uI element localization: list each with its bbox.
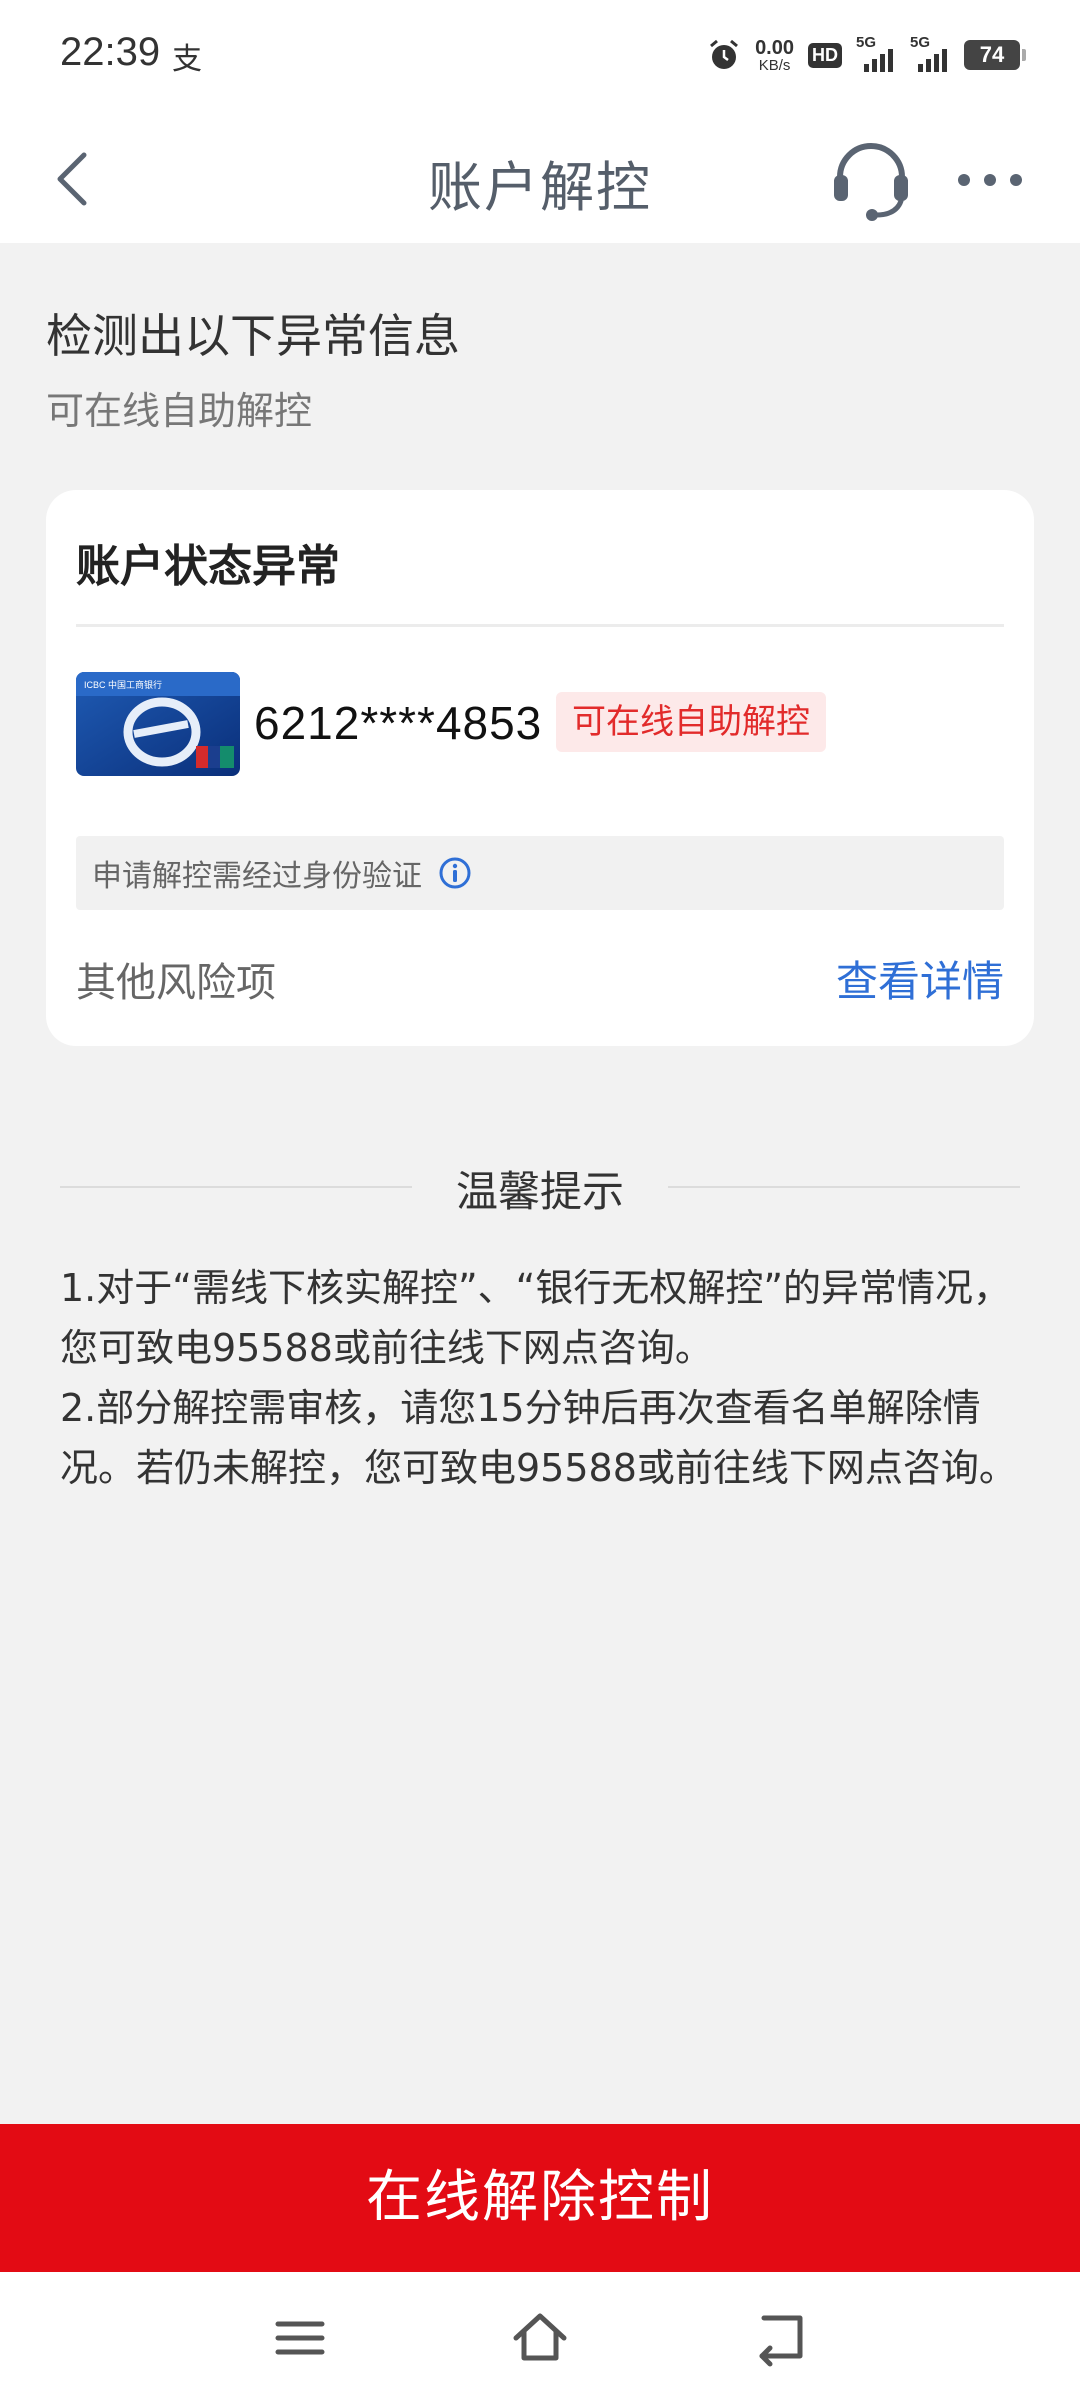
divider [668,1186,1020,1188]
subline: 可在线自助解控 [46,389,313,433]
verify-notice: 申请解控需经过身份验证 [76,836,1004,910]
signal-label: 5G [856,34,877,51]
bank-logo-text: ICBC 中国工商银行 [84,679,162,690]
tips-item: 2.部分解控需审核，请您15分钟后再次查看名单解除情况。若仍未解控，您可致电95… [60,1386,1017,1490]
menu-icon[interactable] [268,2306,332,2370]
status-bar: 22:39 支 0.00 KB/s HD 5G 5G 74 [0,0,1080,115]
card-number: 6212****4853 [254,697,543,749]
card-title: 账户状态异常 [76,541,340,592]
status-badge: 可在线自助解控 [556,692,826,752]
signal-label: 5G [910,34,931,51]
home-icon[interactable] [508,2306,572,2370]
info-icon[interactable] [438,856,472,890]
battery-level: 74 [979,42,1005,67]
verify-notice-text: 申请解控需经过身份验证 [92,859,422,894]
other-risk-label: 其他风险项 [76,960,276,1006]
divider [76,624,1004,627]
net-speed: 0.00 KB/s [755,38,794,73]
status-time: 22:39 [60,30,161,74]
view-details-link[interactable]: 查看详情 [836,948,1004,1009]
signal-icon: 5G [856,34,896,72]
back-nav-icon[interactable] [748,2306,812,2370]
customer-service-icon[interactable] [826,135,916,225]
status-icons: 0.00 KB/s HD 5G 5G 74 [707,30,1026,80]
pay-indicator: 支 [172,42,202,77]
signal-icon: 5G [910,34,950,72]
tips-body: 1.对于“需线下核实解控”、“银行无权解控”的异常情况，您可致电95588或前往… [60,1258,1020,1498]
nav-bar: 账户解控 [0,115,1080,243]
battery-icon: 74 [964,40,1026,70]
tips-title: 温馨提示 [455,1167,624,1216]
bank-card-image: ICBC 中国工商银行 [76,672,240,776]
system-nav-bar [0,2272,1080,2400]
tips-item: 1.对于“需线下核实解控”、“银行无权解控”的异常情况，您可致电95588或前往… [60,1266,1012,1370]
hd-badge: HD [808,42,842,68]
headline: 检测出以下异常信息 [46,309,460,363]
account-status-card: 账户状态异常 ICBC 中国工商银行 6212****4853 可在线自助解控 … [46,490,1034,1046]
net-speed-value: 0.00 [755,36,794,59]
net-speed-unit: KB/s [758,56,791,74]
alarm-icon [710,39,739,69]
online-unlock-button[interactable]: 在线解除控制 [0,2124,1080,2272]
more-icon[interactable] [950,155,1030,205]
tips-header: 温馨提示 [60,1150,1020,1220]
page-title: 账户解控 [428,156,652,219]
